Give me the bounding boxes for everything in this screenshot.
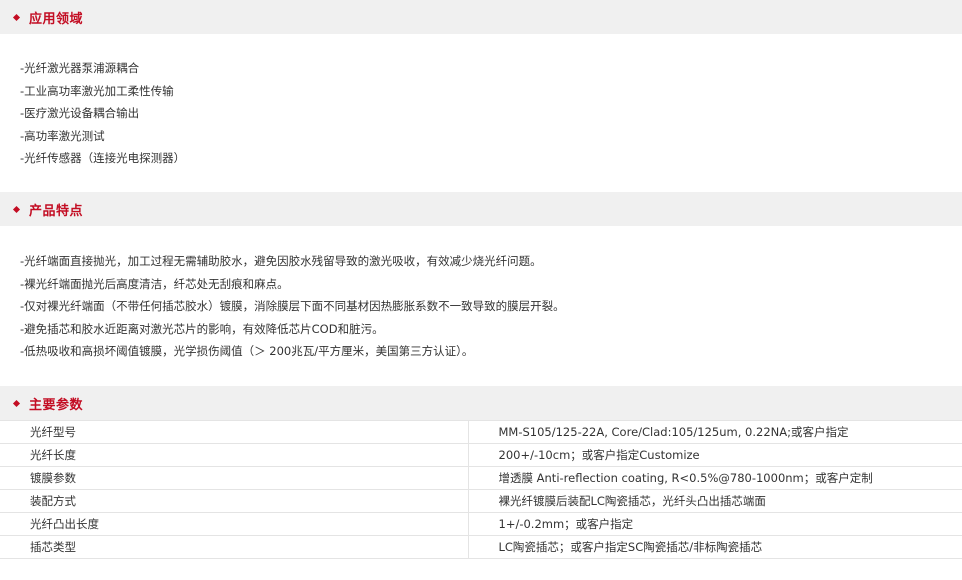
section-title-features: 产品特点 (29, 203, 84, 219)
param-key: 镀膜参数 (0, 466, 468, 490)
param-value: LC陶瓷插芯；或客户指定SC陶瓷插芯/非标陶瓷插芯 (467, 535, 962, 559)
list-item: -高功率激光测试 (20, 128, 105, 143)
table-row: 光纤长度 200+/-10cm；或客户指定Customize (0, 443, 962, 467)
parameters-table: 光纤型号 MM-S105/125-22A, Core/Clad:105/125u… (0, 420, 962, 559)
param-value: MM-S105/125-22A, Core/Clad:105/125um, 0.… (467, 420, 962, 444)
list-item: -裸光纤端面抛光后高度清洁，纤芯处无刮痕和麻点。 (20, 276, 289, 291)
param-key: 光纤型号 (0, 420, 468, 444)
list-item: -光纤端面直接抛光，加工过程无需辅助胶水，避免因胶水残留导致的激光吸收，有效减少… (20, 254, 542, 268)
param-value: 200+/-10cm；或客户指定Customize (467, 443, 962, 467)
table-row: 光纤型号 MM-S105/125-22A, Core/Clad:105/125u… (0, 420, 962, 444)
section-title-application: 应用领域 (29, 11, 84, 27)
section-header-parameters: 主要参数 (0, 386, 962, 420)
table-row: 插芯类型 LC陶瓷插芯；或客户指定SC陶瓷插芯/非标陶瓷插芯 (0, 535, 962, 559)
section-title-parameters: 主要参数 (29, 397, 84, 413)
list-item: -低热吸收和高损坏阈值镀膜，光学损伤阈值（＞ 200兆瓦/平方厘米，美国第三方认… (20, 344, 474, 358)
table-row: 光纤凸出长度 1+/-0.2mm；或客户指定 (0, 512, 962, 536)
param-key: 光纤凸出长度 (0, 512, 468, 536)
table-row: 镀膜参数 增透膜 Anti-reflection coating, R<0.5%… (0, 466, 962, 490)
param-key: 光纤长度 (0, 443, 468, 467)
param-value: 裸光纤镀膜后装配LC陶瓷插芯，光纤头凸出插芯端面 (467, 489, 962, 513)
list-item: -工业高功率激光加工柔性传输 (20, 83, 174, 98)
section-header-application: 应用领域 (0, 0, 962, 34)
list-item: -避免插芯和胶水近距离对激光芯片的影响，有效降低芯片COD和脏污。 (20, 321, 384, 336)
param-value: 1+/-0.2mm；或客户指定 (467, 512, 962, 536)
table-row: 装配方式 裸光纤镀膜后装配LC陶瓷插芯，光纤头凸出插芯端面 (0, 489, 962, 513)
features-list: -光纤端面直接抛光，加工过程无需辅助胶水，避免因胶水残留导致的激光吸收，有效减少… (20, 250, 565, 363)
param-key: 装配方式 (0, 489, 468, 513)
diamond-icon (12, 399, 21, 407)
list-item: -光纤传感器（连接光电探测器） (20, 151, 186, 165)
diamond-icon (12, 13, 21, 21)
list-item: -仅对裸光纤端面（不带任何插芯胶水）镀膜，消除膜层下面不同基材因热膨胀系数不一致… (20, 299, 565, 313)
param-value: 增透膜 Anti-reflection coating, R<0.5%@780-… (467, 466, 962, 490)
application-list: -光纤激光器泵浦源耦合 -工业高功率激光加工柔性传输 -医疗激光设备耦合输出 -… (20, 57, 185, 170)
list-item: -光纤激光器泵浦源耦合 (20, 61, 140, 75)
diamond-icon (12, 205, 21, 213)
section-header-features: 产品特点 (0, 192, 962, 226)
list-item: -医疗激光设备耦合输出 (20, 106, 140, 120)
param-key: 插芯类型 (0, 535, 468, 559)
